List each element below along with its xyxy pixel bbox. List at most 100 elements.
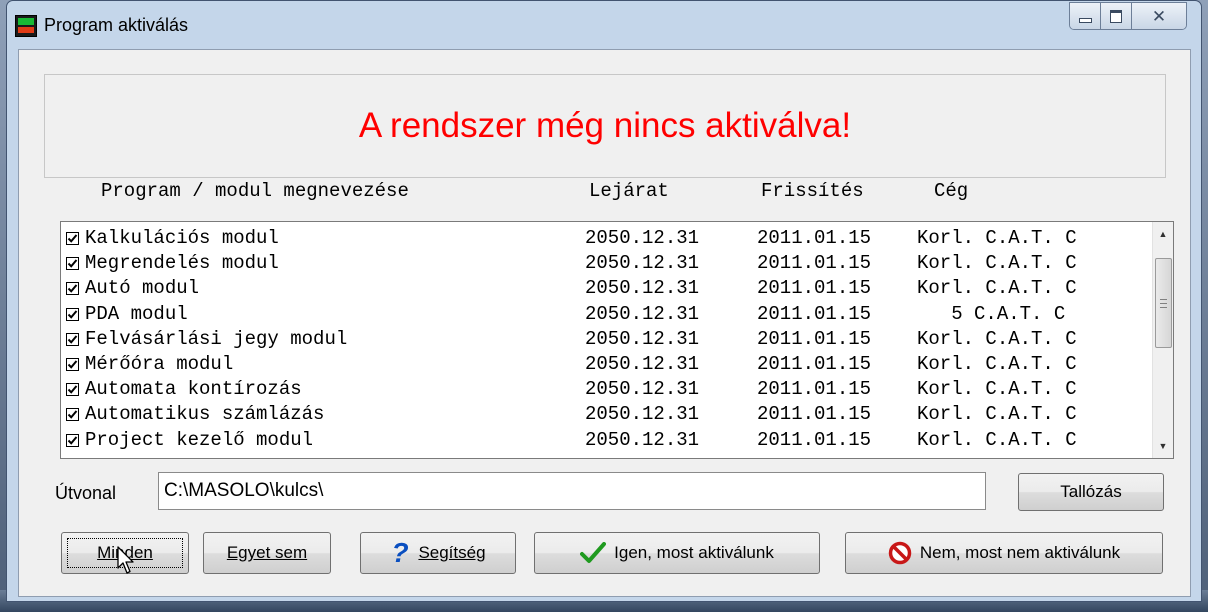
module-name: PDA modul (85, 302, 188, 325)
module-expiry: 2050.12.31 (585, 352, 700, 375)
module-list[interactable]: Kalkulációs modul 2050.12.31 2011.01.15 Kor… (60, 221, 1174, 459)
module-update: 2011.01.15 (757, 277, 872, 300)
module-company: Korl. C.A.T. C (917, 277, 1077, 300)
module-row[interactable]: Automata kontírozás 2050.12.31 2011.01.15 K… (61, 377, 1151, 402)
checkmark-icon (67, 385, 78, 394)
module-name: Megrendelés modul (85, 252, 279, 275)
path-label: Útvonal (55, 483, 117, 503)
column-header-expiry: Lejárat (589, 180, 669, 202)
caption-buttons: ✕ (1069, 2, 1187, 30)
help-button-label: Segítség (418, 543, 486, 562)
module-expiry: 2050.12.31 (585, 277, 700, 300)
module-company: Korl. C.A.T. C (917, 352, 1077, 375)
module-checkbox[interactable] (66, 282, 79, 296)
activation-dialog: Program aktiválás ✕ A rendszer még nincs… (6, 0, 1202, 602)
module-checkbox[interactable] (66, 383, 79, 397)
module-update: 2011.01.15 (757, 403, 872, 426)
checkmark-icon (67, 259, 78, 268)
module-update: 2011.01.15 (757, 302, 872, 325)
select-none-button-label: Egyet sem (226, 543, 308, 562)
activate-no-button[interactable]: Nem, most nem aktiválunk (845, 532, 1163, 574)
module-checkbox[interactable] (66, 408, 79, 422)
module-name: Project kezelő modul (85, 428, 314, 451)
maximize-icon (1110, 9, 1122, 23)
scroll-down-arrow-icon[interactable]: ▼ (1153, 436, 1173, 456)
minimize-button[interactable] (1070, 3, 1101, 29)
module-checkbox[interactable] (66, 433, 79, 447)
module-expiry: 2050.12.31 (585, 428, 700, 451)
module-company: Korl. C.A.T. C (917, 252, 1077, 275)
module-expiry: 2050.12.31 (585, 302, 700, 325)
checkmark-icon (67, 309, 78, 319)
help-button[interactable]: ? Segítség (360, 532, 516, 574)
module-update: 2011.01.15 (757, 252, 872, 275)
window-title: Program aktiválás (44, 15, 189, 35)
module-checkbox[interactable] (66, 232, 79, 245)
module-company: Korl. C.A.T. C (917, 227, 1077, 249)
activate-no-button-label: Nem, most nem aktiválunk (919, 543, 1121, 562)
column-header-name: Program / modul megnevezése (101, 180, 409, 202)
question-mark-icon: ? (390, 540, 410, 566)
module-name: Felvásárlási jegy modul (85, 327, 348, 350)
module-company: Korl. C.A.T. C (917, 428, 1077, 451)
module-expiry: 2050.12.31 (585, 327, 700, 350)
column-header-company: Cég (934, 180, 969, 202)
module-company: 5 C.A.T. C (917, 302, 1066, 325)
title-bar[interactable]: Program aktiválás ✕ (7, 1, 1201, 49)
minimize-icon (1078, 17, 1092, 23)
module-update: 2011.01.15 (757, 227, 872, 249)
module-name: Automata kontírozás (85, 378, 302, 401)
mouse-pointer-icon (117, 546, 139, 581)
checkmark-icon (67, 410, 78, 420)
module-expiry: 2050.12.31 (585, 252, 700, 275)
checkmark-icon (67, 335, 78, 344)
maximize-button[interactable] (1101, 3, 1132, 29)
activate-yes-button-label: Igen, most aktiválunk (614, 543, 774, 562)
app-icon[interactable] (15, 15, 37, 37)
close-icon: ✕ (1151, 6, 1167, 26)
grip-icon (1160, 298, 1167, 308)
dialog-client-area: A rendszer még nincs aktiválva! Program … (18, 49, 1191, 597)
close-button[interactable]: ✕ (1132, 3, 1186, 29)
module-row[interactable]: Megrendelés modul 2050.12.31 2011.01.15 Kor… (61, 251, 1151, 276)
module-name: Autó modul (85, 277, 200, 300)
module-name: Automatikus számlázás (85, 403, 325, 426)
module-row[interactable]: Kalkulációs modul 2050.12.31 2011.01.15 Kor… (61, 226, 1151, 251)
module-list-rows: Kalkulációs modul 2050.12.31 2011.01.15 Kor… (61, 226, 1151, 453)
checkmark-icon (67, 360, 78, 369)
activate-yes-button[interactable]: Igen, most aktiválunk (534, 532, 820, 574)
module-row[interactable]: Autó modul 2050.12.31 2011.01.15 Korl. C.A.… (61, 276, 1151, 301)
module-expiry: 2050.12.31 (585, 403, 700, 426)
scroll-up-arrow-icon[interactable]: ▲ (1153, 224, 1173, 244)
module-company: Korl. C.A.T. C (917, 403, 1077, 426)
module-checkbox[interactable] (66, 257, 79, 271)
module-update: 2011.01.15 (757, 352, 872, 375)
module-checkbox[interactable] (66, 332, 79, 346)
prohibited-icon (888, 541, 912, 565)
module-company: Korl. C.A.T. C (917, 327, 1077, 350)
activation-status-banner: A rendszer még nincs aktiválva! (44, 74, 1166, 178)
vertical-scrollbar[interactable]: ▲ ▼ (1152, 222, 1173, 458)
module-expiry: 2050.12.31 (585, 227, 700, 249)
module-update: 2011.01.15 (757, 327, 872, 350)
path-input[interactable] (158, 472, 986, 510)
browse-button[interactable]: Tallózás (1018, 473, 1164, 511)
select-none-button[interactable]: Egyet sem (203, 532, 331, 574)
module-row[interactable]: Felvásárlási jegy modul 2050.12.31 2011.01… (61, 327, 1151, 352)
module-checkbox[interactable] (66, 357, 79, 371)
checkmark-icon (67, 435, 78, 445)
scroll-thumb[interactable] (1155, 258, 1172, 348)
module-update: 2011.01.15 (757, 378, 872, 401)
module-row[interactable]: PDA modul 2050.12.31 2011.01.15 5 C.A.T. C (61, 302, 1151, 327)
browse-button-label: Tallózás (1060, 482, 1122, 501)
activation-status-message: A rendszer még nincs aktiválva! (358, 106, 852, 145)
module-row[interactable]: Project kezelő modul 2050.12.31 2011.01.15… (61, 428, 1151, 453)
module-row[interactable]: Mérőóra modul 2050.12.31 2011.01.15 Korl. C… (61, 352, 1151, 377)
module-update: 2011.01.15 (757, 428, 872, 451)
module-row[interactable]: Automatikus számlázás 2050.12.31 2011.01.1… (61, 402, 1151, 427)
module-checkbox[interactable] (66, 307, 79, 321)
checkmark-icon (67, 234, 78, 243)
module-name: Mérőóra modul (85, 352, 234, 375)
module-name: Kalkulációs modul (85, 227, 279, 249)
checkmark-icon (580, 542, 607, 564)
